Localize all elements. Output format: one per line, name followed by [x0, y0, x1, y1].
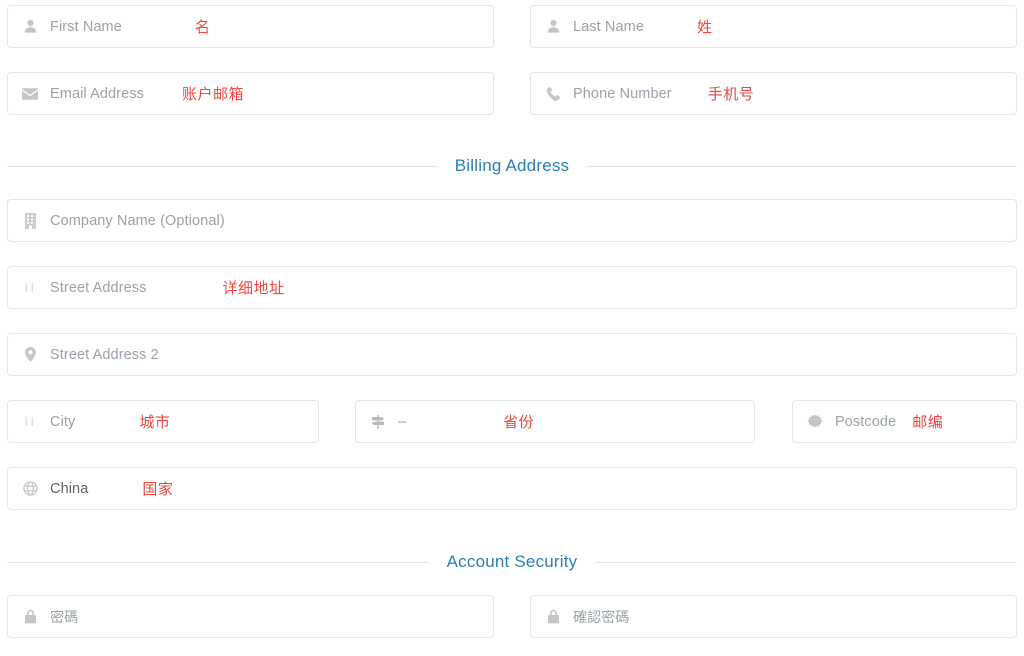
province-annotation: 省份	[503, 413, 535, 431]
user-icon	[543, 17, 563, 37]
province-select[interactable]: – 省份	[355, 400, 755, 443]
account-security-heading: Account Security	[446, 552, 578, 571]
phone-field[interactable]: Phone Number 手机号	[530, 72, 1017, 115]
street-address-field[interactable]: Street Address 详细地址	[7, 266, 1017, 309]
street-address-annotation: 详细地址	[222, 279, 285, 297]
first-name-field[interactable]: First Name 名	[7, 5, 494, 48]
road-icon	[20, 278, 40, 298]
company-name-field[interactable]: Company Name (Optional)	[7, 199, 1017, 242]
globe-icon	[20, 479, 40, 499]
company-name-placeholder: Company Name (Optional)	[50, 212, 225, 229]
confirm-password-placeholder: 確認密碼	[573, 609, 630, 626]
billing-address-divider: Billing Address	[7, 156, 1018, 176]
last-name-annotation: 姓	[697, 18, 713, 36]
map-marker-icon	[20, 345, 40, 365]
billing-address-heading: Billing Address	[454, 156, 570, 175]
first-name-placeholder: First Name	[50, 18, 122, 35]
city-annotation: 城市	[139, 413, 171, 431]
confirm-password-field[interactable]: 確認密碼	[530, 595, 1017, 638]
first-name-annotation: 名	[194, 18, 211, 36]
country-select[interactable]: China 国家	[7, 467, 1017, 510]
lock-icon	[20, 607, 40, 627]
divider-rule-right	[587, 165, 1018, 167]
email-placeholder: Email Address	[50, 85, 144, 102]
country-annotation: 国家	[142, 480, 174, 498]
divider-rule-left	[7, 561, 429, 563]
divider-rule-left	[7, 165, 437, 167]
email-field[interactable]: Email Address 账户邮箱	[7, 72, 494, 115]
last-name-field[interactable]: Last Name 姓	[530, 5, 1017, 48]
street-address-2-field[interactable]: Street Address 2	[7, 333, 1017, 376]
password-field[interactable]: 密碼	[7, 595, 494, 638]
phone-icon	[543, 84, 563, 104]
account-security-divider: Account Security	[7, 552, 1018, 572]
country-value: China	[50, 480, 89, 497]
registration-form: First Name 名 Last Name 姓 Email Address 账…	[0, 0, 1024, 656]
envelope-icon	[20, 84, 40, 104]
email-annotation: 账户邮箱	[181, 85, 244, 103]
city-field[interactable]: City 城市	[7, 400, 319, 443]
phone-placeholder: Phone Number	[573, 85, 672, 102]
lock-icon	[543, 607, 563, 627]
street-address-2-placeholder: Street Address 2	[50, 346, 159, 363]
badge-icon	[805, 412, 825, 432]
password-placeholder: 密碼	[50, 609, 79, 626]
street-address-placeholder: Street Address	[50, 279, 147, 296]
phone-annotation: 手机号	[707, 85, 755, 103]
last-name-placeholder: Last Name	[573, 18, 645, 35]
divider-rule-right	[595, 561, 1018, 563]
signpost-icon	[368, 412, 388, 432]
postcode-annotation: 邮编	[912, 413, 944, 431]
postcode-field[interactable]: Postcode 邮编	[792, 400, 1017, 443]
postcode-placeholder: Postcode	[835, 413, 897, 430]
user-icon	[20, 17, 40, 37]
building-icon	[20, 211, 40, 231]
province-placeholder: –	[398, 413, 407, 430]
city-placeholder: City	[50, 413, 76, 430]
road-icon	[20, 412, 40, 432]
